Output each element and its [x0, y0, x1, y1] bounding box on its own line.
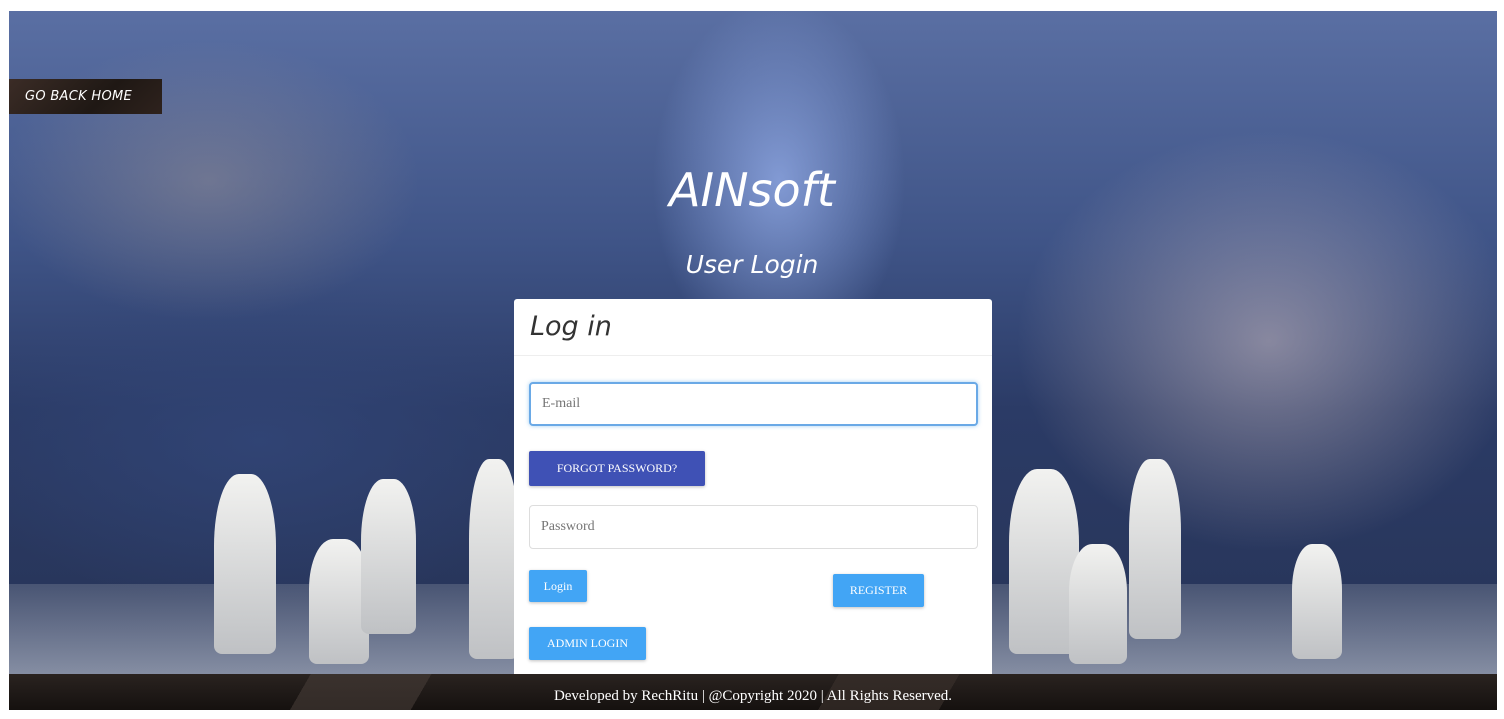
footer: Developed by RechRitu | @Copyright 2020 … [9, 674, 1497, 710]
admin-login-button[interactable]: ADMIN LOGIN [529, 627, 646, 660]
password-input[interactable] [529, 505, 978, 549]
page-subtitle: User Login [685, 250, 819, 279]
chess-piece-icon [309, 539, 369, 664]
chess-piece-icon [214, 474, 276, 654]
go-back-home-button[interactable]: GO BACK HOME [9, 79, 162, 114]
register-button[interactable]: REGISTER [833, 574, 924, 607]
chess-piece-icon [361, 479, 416, 634]
login-card: Log in FORGOT PASSWORD? Login REGISTER A… [514, 299, 992, 674]
email-input[interactable] [529, 382, 978, 426]
footer-text: Developed by RechRitu | @Copyright 2020 … [553, 688, 953, 704]
brand-title: AINsoft [669, 163, 835, 217]
chess-piece-icon [469, 459, 519, 659]
chess-piece-icon [1069, 544, 1127, 664]
login-button[interactable]: Login [529, 570, 587, 602]
chess-piece-icon [1292, 544, 1342, 659]
login-card-title: Log in [530, 311, 612, 342]
forgot-password-button[interactable]: FORGOT PASSWORD? [529, 451, 705, 486]
chess-piece-icon [1129, 459, 1181, 639]
login-card-header: Log in [514, 299, 992, 356]
